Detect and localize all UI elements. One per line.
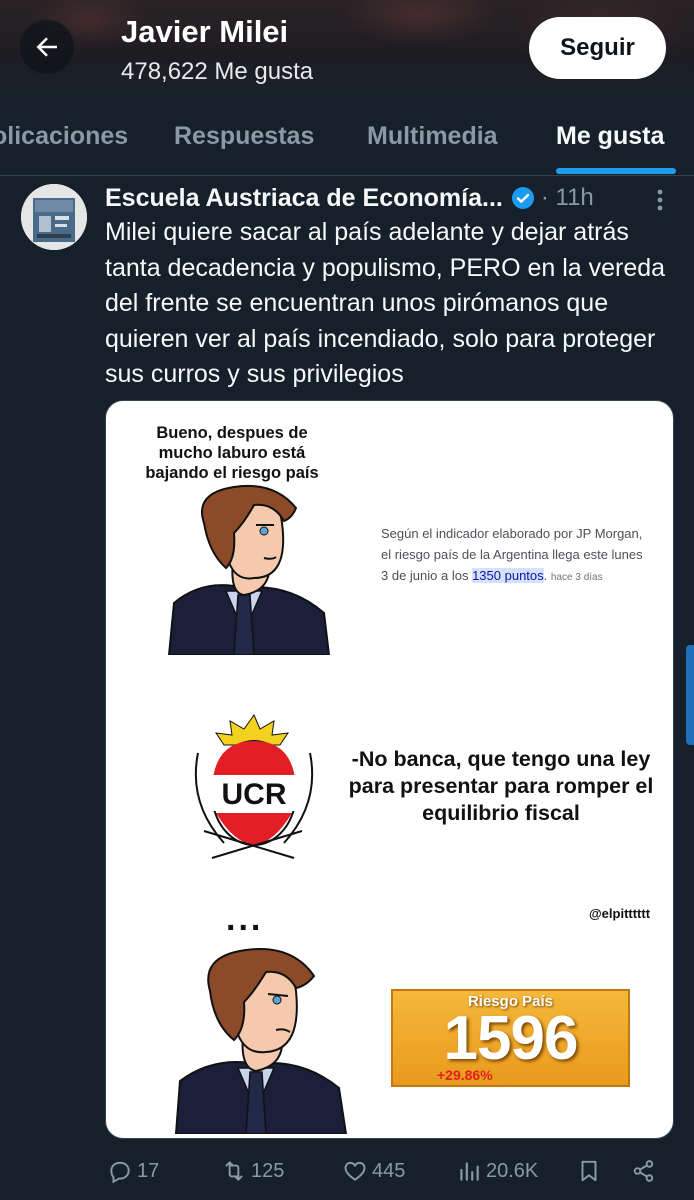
follow-button[interactable]: Seguir xyxy=(529,17,666,79)
share-icon xyxy=(633,1160,654,1182)
profile-tabs: olicaciones Respuestas Multimedia Me gus… xyxy=(0,96,694,176)
meme-ellipsis: ... xyxy=(226,900,264,938)
back-button[interactable] xyxy=(20,20,74,74)
analytics-icon xyxy=(460,1162,479,1181)
reply-count: 17 xyxy=(137,1159,160,1182)
news-tail: . xyxy=(543,568,548,583)
profile-header: Javier Milei 478,622 Me gusta Seguir xyxy=(0,0,694,96)
riesgo-pais-panel: Riesgo País 1596 +29.86% xyxy=(391,989,630,1087)
more-options-icon[interactable] xyxy=(650,185,670,215)
reply-icon xyxy=(110,1161,130,1184)
bookmark-button[interactable] xyxy=(576,1158,606,1184)
like-count: 445 xyxy=(372,1159,406,1182)
riesgo-change: +29.86% xyxy=(437,1067,493,1083)
tab-multimedia[interactable]: Multimedia xyxy=(367,122,498,151)
meme-watermark: @elpitttttt xyxy=(589,906,651,921)
news-highlight: 1350 puntos xyxy=(472,568,544,583)
ucr-label: UCR xyxy=(222,778,287,811)
tweet-media-image[interactable]: Bueno, despues de mucho laburo está baja… xyxy=(105,400,674,1139)
milei-cartoon-figure-1 xyxy=(167,484,331,655)
scrollbar-thumb[interactable] xyxy=(686,645,694,745)
tweet-text: Milei quiere sacar al país adelante y de… xyxy=(105,218,666,388)
profile-likes-count: 478,622 Me gusta xyxy=(121,58,314,85)
arrow-left-icon xyxy=(36,37,57,57)
profile-name: Javier Milei xyxy=(121,14,289,49)
tweet-header: Escuela Austriaca de Economía... · 11h xyxy=(105,181,594,215)
like-button[interactable]: 445 xyxy=(342,1158,405,1184)
share-button[interactable] xyxy=(631,1158,661,1184)
tweet-timestamp[interactable]: · 11h xyxy=(541,184,594,212)
tab-publicaciones[interactable]: olicaciones xyxy=(0,122,128,151)
milei-cartoon-figure-2 xyxy=(174,948,348,1134)
riesgo-value: 1596 xyxy=(443,1004,579,1073)
view-count: 20.6K xyxy=(486,1159,539,1182)
reply-button[interactable]: 17 xyxy=(107,1158,159,1184)
bookmark-icon xyxy=(581,1160,597,1182)
views-button[interactable]: 20.6K xyxy=(456,1158,538,1184)
news-snippet: Según el indicador elaborado por JP Morg… xyxy=(381,523,651,588)
retweet-icon xyxy=(225,1161,243,1181)
tweet-author-name[interactable]: Escuela Austriaca de Economía... xyxy=(105,184,503,213)
news-time-ago: hace 3 días xyxy=(550,572,603,583)
active-tab-indicator xyxy=(556,168,676,174)
meme-caption-top: Bueno, despues de mucho laburo está baja… xyxy=(145,424,319,482)
heart-icon xyxy=(344,1161,366,1181)
meme-caption-middle: -No banca, que tengo una ley para presen… xyxy=(348,747,654,825)
tab-respuestas[interactable]: Respuestas xyxy=(174,122,314,151)
verified-badge-icon xyxy=(511,187,534,209)
author-avatar[interactable] xyxy=(21,184,87,250)
tweet-action-bar: 17 125 445 20.6K xyxy=(0,1150,694,1194)
retweet-button[interactable]: 125 xyxy=(221,1158,284,1184)
ucr-logo: UCR xyxy=(194,713,314,859)
retweet-count: 125 xyxy=(251,1159,285,1182)
tab-me-gusta[interactable]: Me gusta xyxy=(556,122,664,151)
